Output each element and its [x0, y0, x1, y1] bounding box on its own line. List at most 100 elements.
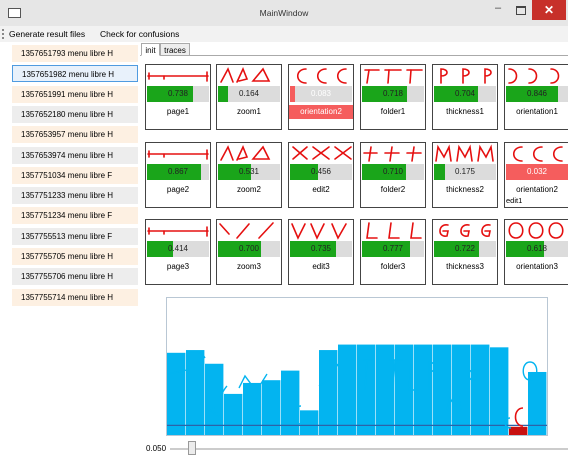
gesture-tile[interactable]: 0.777 folder3 — [360, 219, 426, 285]
score-value: 0.414 — [167, 244, 189, 253]
trace-bar — [186, 350, 205, 435]
gesture-tile[interactable]: 0.414 page3 — [145, 219, 211, 285]
gesture-stroke — [462, 68, 470, 84]
gesture-stroke-icon — [364, 69, 423, 84]
threshold-slider-thumb[interactable] — [188, 441, 196, 455]
session-row[interactable]: 1357755513 menu libre F — [12, 227, 138, 245]
trace-bar — [167, 352, 186, 435]
threshold-slider-track[interactable] — [170, 448, 568, 450]
score-bar: 0.718 — [362, 86, 424, 102]
gesture-stroke — [368, 146, 372, 162]
gesture-name: edit3 — [312, 262, 330, 271]
gesture-stroke-icon — [147, 71, 209, 82]
score-value: 0.722 — [454, 244, 476, 253]
tab-init[interactable]: init — [141, 43, 160, 56]
gesture-stroke — [460, 224, 470, 237]
score-bar: 0.722 — [434, 241, 496, 257]
gesture-name: orientation3 — [516, 262, 558, 271]
gesture-stroke-icon — [366, 222, 422, 239]
gesture-name: zoom3 — [236, 262, 261, 271]
gesture-tile[interactable]: 0.722 thickness3 — [432, 219, 498, 285]
confusion-tag: edit1 — [506, 196, 523, 205]
score-value: 0.618 — [526, 244, 548, 253]
minimize-button[interactable]: – — [486, 0, 510, 20]
gesture-stroke — [508, 68, 518, 84]
gesture-tile[interactable]: 0.083 orientation2 — [288, 64, 354, 130]
gesture-name: page1 — [166, 107, 190, 116]
score-value: 0.083 — [310, 89, 332, 98]
gesture-stroke — [251, 67, 271, 82]
gesture-stroke — [481, 224, 491, 237]
score-bar: 0.618 — [506, 241, 568, 257]
score-value: 0.164 — [238, 89, 260, 98]
gesture-stroke — [512, 146, 523, 162]
gesture-stroke — [409, 69, 412, 84]
gesture-name: orientation2 — [289, 105, 353, 119]
trace-bar — [509, 426, 528, 435]
session-row[interactable]: 1357653957 menu libre H — [12, 126, 138, 144]
gesture-stroke-icon — [219, 222, 274, 239]
session-row[interactable]: 1357755705 menu libre H — [12, 248, 138, 265]
check-for-confusions-menu[interactable]: Check for confusions — [100, 26, 179, 42]
trace-bar — [300, 410, 319, 435]
gesture-stroke-icon — [435, 144, 494, 162]
score-bar: 0.175 — [434, 164, 496, 180]
gesture-tile[interactable]: 0.456 edit2 — [288, 142, 354, 208]
trace-bar — [433, 344, 452, 435]
gesture-tile[interactable]: 0.164 zoom1 — [216, 64, 282, 130]
close-button[interactable]: ✕ — [532, 0, 566, 20]
session-row[interactable]: 1357751034 menu libre F — [12, 166, 138, 184]
score-bar: 0.164 — [218, 86, 280, 102]
score-value: 0.531 — [238, 167, 260, 176]
session-row[interactable]: 1357651982 menu libre H — [12, 65, 138, 83]
gesture-tile[interactable]: 0.704 thickness1 — [432, 64, 498, 130]
gesture-stroke — [251, 145, 271, 160]
gesture-tile[interactable]: 0.718 folder1 — [360, 64, 426, 130]
score-bar: 0.700 — [218, 241, 280, 257]
score-bar: 0.083 — [290, 86, 352, 102]
session-row[interactable]: 1357653974 menu libre H — [12, 146, 138, 164]
score-value: 0.738 — [167, 89, 189, 98]
trace-bar — [319, 350, 338, 435]
score-bar: 0.846 — [506, 86, 568, 102]
gesture-tile[interactable]: 0.032 orientation2 edit1 — [504, 142, 568, 208]
gesture-tile[interactable]: 0.846 orientation1 — [504, 64, 568, 130]
score-value: 0.867 — [167, 167, 189, 176]
maximize-button[interactable] — [510, 0, 532, 20]
gesture-tile[interactable]: 0.735 edit3 — [288, 219, 354, 285]
session-row[interactable]: 1357751233 menu libre H — [12, 187, 138, 205]
session-row[interactable]: 1357651991 menu libre H — [12, 85, 138, 103]
gesture-tile[interactable]: 0.531 zoom2 — [216, 142, 282, 208]
gesture-name: folder1 — [380, 107, 406, 116]
session-row[interactable]: 1357755714 menu libre H — [12, 288, 138, 306]
trace-plot — [166, 297, 548, 436]
toolbar-grip-icon — [2, 29, 6, 39]
session-row[interactable]: 1357755706 menu libre H — [12, 268, 138, 286]
gesture-tile[interactable]: 0.867 page2 — [145, 142, 211, 208]
gesture-name: zoom2 — [236, 185, 261, 194]
gesture-stroke — [548, 222, 564, 239]
gesture-stroke — [388, 222, 400, 239]
session-row[interactable]: 1357652180 menu libre H — [12, 105, 138, 123]
gesture-tile[interactable]: 0.700 zoom3 — [216, 219, 282, 285]
trace-bar — [471, 344, 490, 435]
gesture-name: thickness1 — [446, 107, 484, 116]
gesture-tile[interactable]: 0.618 orientation3 — [504, 219, 568, 285]
gesture-stroke — [456, 144, 473, 162]
gesture-stroke — [291, 223, 306, 240]
generate-result-files-menu[interactable]: Generate result files — [9, 26, 85, 42]
gesture-name: folder2 — [380, 185, 406, 194]
session-row[interactable]: 1357751234 menu libre F — [12, 207, 138, 225]
session-row[interactable]: 1357651793 menu libre H — [12, 45, 138, 62]
score-value: 0.175 — [454, 167, 476, 176]
gesture-stroke-icon — [439, 224, 491, 237]
gesture-tile[interactable]: 0.175 thickness2 — [432, 142, 498, 208]
gesture-stroke — [435, 144, 452, 162]
gesture-name: folder3 — [380, 262, 406, 271]
gesture-tile[interactable]: 0.738 page1 — [145, 64, 211, 130]
score-value: 0.032 — [526, 167, 548, 176]
gesture-tile[interactable]: 0.710 folder2 — [360, 142, 426, 208]
score-value: 0.700 — [238, 244, 260, 253]
trace-bar — [452, 344, 471, 435]
score-bar: 0.704 — [434, 86, 496, 102]
